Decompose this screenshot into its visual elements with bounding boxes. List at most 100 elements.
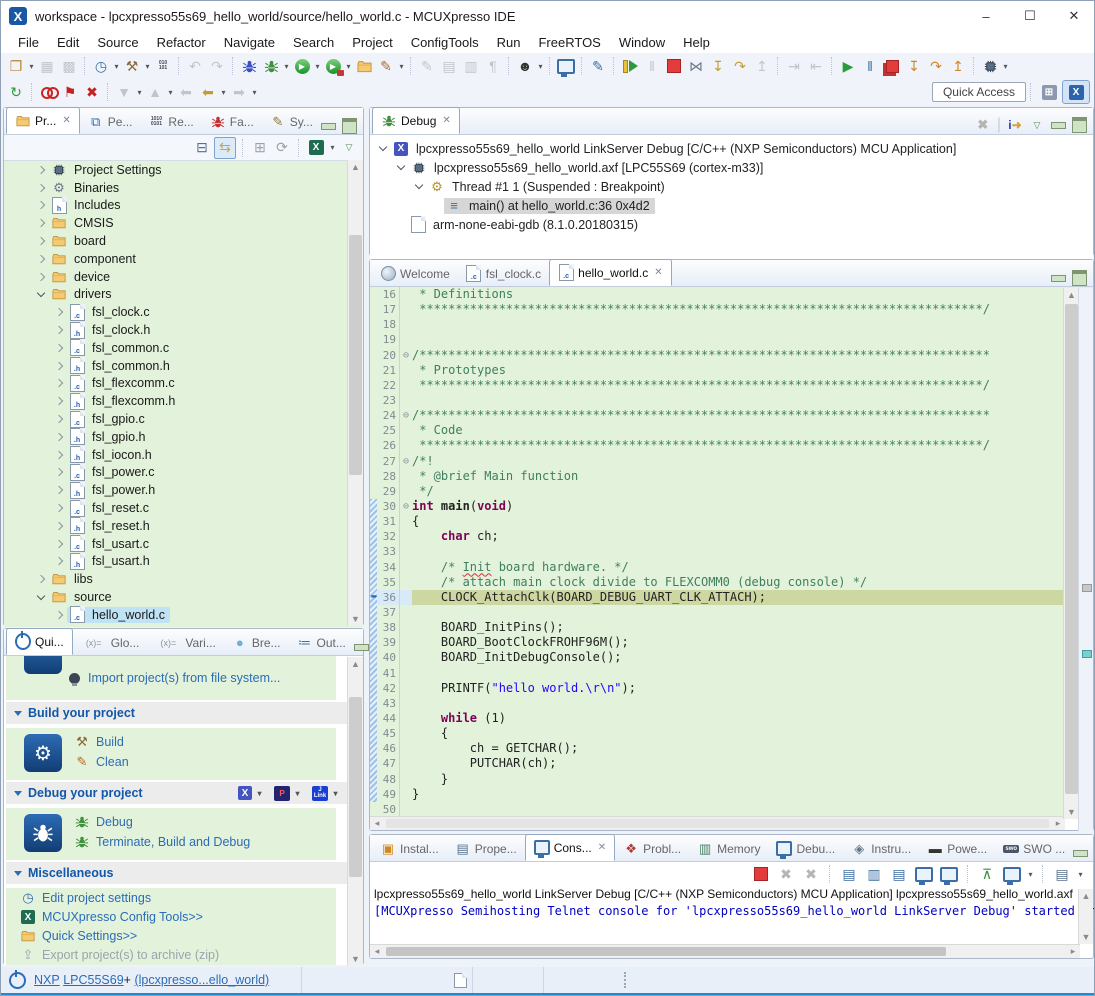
run-dropdown-icon[interactable]: ▾ <box>313 62 322 71</box>
minimize-button[interactable]: – <box>964 1 1008 31</box>
project-link[interactable]: (lpcxpresso...ello_world) <box>134 973 269 987</box>
tree-item-hello-world-c[interactable]: .chello_world.c <box>4 606 363 624</box>
chevron-right-icon[interactable] <box>55 504 63 512</box>
tab-swo[interactable]: swoSWO ... <box>995 836 1073 861</box>
chevron-right-icon[interactable] <box>55 397 63 405</box>
fold-marker-icon[interactable]: ⊖ <box>399 408 412 423</box>
code-line-46[interactable]: 46 ch = GETCHAR(); <box>370 741 1093 756</box>
debug-configurations-dropdown-icon[interactable]: ▾ <box>282 62 291 71</box>
terminate-build-debug-link[interactable]: Terminate, Build and Debug <box>74 834 250 850</box>
tab-prope[interactable]: ▤Prope... <box>447 836 525 861</box>
disconnect-icon[interactable]: ⋈ <box>685 55 707 77</box>
tree-item-fsl-iocon-h[interactable]: .hfsl_iocon.h <box>4 446 363 464</box>
display-selected-console-icon[interactable] <box>1001 863 1023 885</box>
chevron-right-icon[interactable] <box>55 361 63 369</box>
remove-all-terminated-icon[interactable]: ✖ <box>800 863 822 885</box>
step-into-all-icon[interactable]: ↧ <box>903 55 925 77</box>
code-line-49[interactable]: 49} <box>370 787 1093 802</box>
code-line-24[interactable]: 24⊖/************************************… <box>370 408 1093 423</box>
editor-vscrollbar[interactable]: ▲▼ <box>1063 288 1079 819</box>
menu-source[interactable]: Source <box>88 33 147 52</box>
menu-navigate[interactable]: Navigate <box>215 33 284 52</box>
probe-jlink-dropdown-icon[interactable]: ▾ <box>331 789 340 798</box>
debug-tree-item[interactable]: ≡main() at hello_world.c:36 0x4d2 <box>370 196 1093 215</box>
tab-glo[interactable]: (x)=Glo... <box>73 630 148 655</box>
debug-tree-item[interactable]: Xlpcxpresso55s69_hello_world LinkServer … <box>370 139 1093 158</box>
code-line-31[interactable]: 31{ <box>370 514 1093 529</box>
editor-hscrollbar[interactable]: ◂▸ <box>370 816 1065 830</box>
pin-console-icon[interactable]: ⊼ <box>976 863 998 885</box>
chevron-right-icon[interactable] <box>55 539 63 547</box>
code-line-42[interactable]: 42 PRINTF("hello world.\r\n"); <box>370 681 1093 696</box>
edit-project-settings-link[interactable]: ◷Edit project settings <box>20 890 151 906</box>
maximize-view-icon[interactable] <box>1072 270 1087 286</box>
tree-item-source[interactable]: source <box>4 588 363 606</box>
code-line-26[interactable]: 26 *************************************… <box>370 438 1093 453</box>
tree-item-fsl-usart-h[interactable]: .hfsl_usart.h <box>4 553 363 571</box>
chevron-right-icon[interactable] <box>37 237 45 245</box>
build-dropdown-icon[interactable]: ▾ <box>143 62 152 71</box>
console-vscrollbar[interactable]: ▲▼ <box>1078 889 1093 944</box>
red-flag-icon[interactable]: ⚑ <box>59 81 81 103</box>
code-line-43[interactable]: 43 <box>370 696 1093 711</box>
tree-item-fsl-gpio-h[interactable]: .hfsl_gpio.h <box>4 428 363 446</box>
push-update-dropdown-icon[interactable]: ▾ <box>166 88 175 97</box>
chevron-down-icon[interactable] <box>379 143 387 151</box>
back-dropdown-icon[interactable]: ▾ <box>219 88 228 97</box>
tree-item-binaries[interactable]: ⚙Binaries <box>4 179 363 197</box>
scroll-lock-icon[interactable]: ▤ <box>838 863 860 885</box>
link-with-editor-icon[interactable]: ⇆ <box>214 137 236 159</box>
fold-marker-icon[interactable]: ⊖ <box>399 454 412 469</box>
maximize-view-icon[interactable] <box>342 118 357 134</box>
chevron-down-icon[interactable] <box>397 162 405 170</box>
target-chip-dropdown-icon[interactable]: ▾ <box>1001 62 1010 71</box>
edit-project-settings-icon[interactable]: ◷ <box>90 55 112 77</box>
minimize-view-icon[interactable] <box>321 123 336 130</box>
run-configurations-dropdown-icon[interactable]: ▾ <box>344 62 353 71</box>
fold-marker-icon[interactable]: ⊖ <box>399 348 412 363</box>
tree-item-fsl-power-h[interactable]: .hfsl_power.h <box>4 481 363 499</box>
tree-item-cmsis[interactable]: CMSIS <box>4 214 363 232</box>
editor-overview-ruler[interactable] <box>1078 288 1093 831</box>
tab-debug[interactable]: Debug ✕ <box>372 107 460 134</box>
tree-item-fsl-clock-c[interactable]: .cfsl_clock.c <box>4 303 363 321</box>
link-to-probe-icon[interactable] <box>37 81 59 103</box>
chevron-right-icon[interactable] <box>55 415 63 423</box>
delete-launch-icon[interactable]: ✖ <box>81 81 103 103</box>
tree-item-drivers[interactable]: drivers <box>4 286 363 304</box>
chevron-right-icon[interactable] <box>55 326 63 334</box>
tab-pe[interactable]: ⧉Pe... <box>80 109 141 134</box>
terminate-icon[interactable] <box>663 55 685 77</box>
debug-configurations-icon[interactable] <box>260 55 282 77</box>
tree-item-fsl-gpio-c[interactable]: .cfsl_gpio.c <box>4 410 363 428</box>
debug-tree-item[interactable]: lpcxpresso55s69_hello_world.axf [LPC55S6… <box>370 158 1093 177</box>
code-line-50[interactable]: 50 <box>370 802 1093 817</box>
grid-icon[interactable]: ⊞ <box>250 138 270 158</box>
code-editor[interactable]: 16 * Definitions17 *********************… <box>370 287 1093 818</box>
code-line-34[interactable]: 34 /* Init board hardware. */ <box>370 560 1093 575</box>
code-line-32[interactable]: 32 char ch; <box>370 529 1093 544</box>
code-line-30[interactable]: 30⊖int main(void) <box>370 499 1093 514</box>
tab-fa[interactable]: Fa... <box>202 109 262 134</box>
view-menu-icon[interactable]: ▽ <box>339 138 359 158</box>
clean-link[interactable]: ✎Clean <box>74 754 129 770</box>
chevron-right-icon[interactable] <box>55 308 63 316</box>
console-hscrollbar[interactable]: ◂▸ <box>370 944 1080 958</box>
tab-instal[interactable]: ▣Instal... <box>372 836 447 861</box>
chevron-right-icon[interactable] <box>55 522 63 530</box>
collapse-all-icon[interactable]: ⊟ <box>192 138 212 158</box>
chevron-down-icon[interactable] <box>415 181 423 189</box>
fold-marker-icon[interactable]: ⊖ <box>399 499 412 514</box>
chevron-right-icon[interactable] <box>37 219 45 227</box>
tab-pr[interactable]: Pr...✕ <box>6 107 80 134</box>
step-over-icon[interactable]: ↷ <box>729 55 751 77</box>
show-console-out-icon[interactable] <box>913 863 935 885</box>
code-line-17[interactable]: 17 *************************************… <box>370 302 1093 317</box>
open-console-dropdown-icon[interactable]: ▾ <box>1076 870 1085 879</box>
probe-pemicro-button[interactable]: P▾ <box>274 786 302 801</box>
tree-item-fsl-power-c[interactable]: .cfsl_power.c <box>4 464 363 482</box>
chip-link[interactable]: LPC55S69 <box>63 973 123 987</box>
quickstart-scrollbar[interactable]: ▲▼ <box>347 657 363 966</box>
tab-qui[interactable]: Qui... <box>6 628 73 655</box>
overview-occurrence-marker[interactable] <box>1082 650 1092 658</box>
